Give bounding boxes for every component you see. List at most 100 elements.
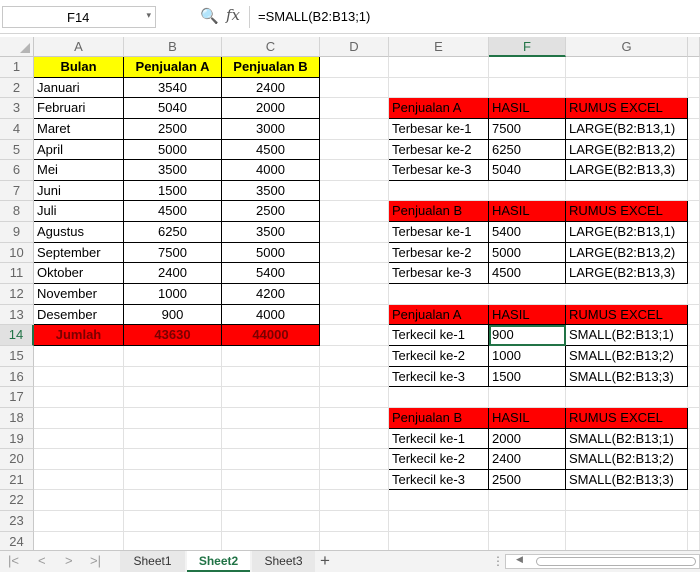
table-cell[interactable]: 5400 <box>222 263 320 285</box>
side-table-cell[interactable]: Terbesar ke-1 <box>389 222 489 243</box>
grid-cell[interactable] <box>34 387 124 408</box>
row-header[interactable]: 23 <box>0 511 34 532</box>
grid-cell[interactable] <box>688 77 700 99</box>
grid-cell[interactable] <box>489 511 566 532</box>
grid-cell[interactable] <box>320 490 389 512</box>
table-cell[interactable]: Desember <box>34 304 124 326</box>
side-table-cell[interactable]: 2400 <box>489 449 566 470</box>
horizontal-scrollbar[interactable]: ◀ <box>505 554 700 569</box>
side-table-cell[interactable]: SMALL(B2:B13;1) <box>566 428 688 450</box>
side-table-header-cell[interactable]: RUMUS EXCEL <box>566 98 688 119</box>
grid-cell[interactable] <box>124 407 222 429</box>
side-table-cell[interactable]: SMALL(B2:B13;3) <box>566 469 688 491</box>
last-sheet-icon[interactable]: >| <box>90 553 101 568</box>
grid-cell[interactable] <box>320 77 389 99</box>
table-cell[interactable]: 900 <box>124 304 222 326</box>
side-table-cell[interactable]: Terkecil ke-1 <box>389 428 489 450</box>
table-cell[interactable]: 5040 <box>124 98 222 119</box>
table-cell[interactable]: 3540 <box>124 77 222 99</box>
side-table-cell[interactable]: LARGE(B2:B13,2) <box>566 139 688 161</box>
row-header[interactable]: 5 <box>0 139 34 161</box>
grid-cell[interactable] <box>222 449 320 470</box>
table-cell[interactable]: 1000 <box>124 284 222 305</box>
name-box[interactable]: F14 ▾ <box>2 6 156 28</box>
grid-cell[interactable] <box>34 469 124 491</box>
table-cell[interactable]: 2500 <box>124 118 222 140</box>
grid-cell[interactable] <box>688 469 700 491</box>
side-table-cell[interactable]: Terbesar ke-3 <box>389 160 489 181</box>
row-header[interactable]: 4 <box>0 118 34 140</box>
table-cell[interactable]: 2500 <box>222 201 320 223</box>
side-table-cell[interactable]: 2000 <box>489 428 566 450</box>
side-table-header-cell[interactable]: RUMUS EXCEL <box>566 201 688 223</box>
row-header[interactable]: 13 <box>0 304 34 326</box>
grid-cell[interactable] <box>124 428 222 450</box>
column-header-g[interactable]: G <box>566 37 688 57</box>
grid-cell[interactable] <box>688 284 700 305</box>
next-sheet-icon[interactable]: > <box>65 553 73 568</box>
table-cell[interactable]: Agustus <box>34 222 124 243</box>
row-header[interactable]: 19 <box>0 428 34 450</box>
grid-cell[interactable] <box>389 57 489 78</box>
grid-cell[interactable] <box>222 469 320 491</box>
table-cell[interactable]: 5000 <box>124 139 222 161</box>
side-table-cell[interactable]: 6250 <box>489 139 566 161</box>
row-header[interactable]: 3 <box>0 98 34 119</box>
prev-sheet-icon[interactable]: < <box>38 553 46 568</box>
table-cell[interactable]: 4200 <box>222 284 320 305</box>
column-header-f[interactable]: F <box>489 37 566 57</box>
grid-cell[interactable] <box>688 222 700 243</box>
table-cell[interactable]: 3000 <box>222 118 320 140</box>
scroll-left-icon[interactable]: ◀ <box>516 554 523 565</box>
row-header[interactable]: 12 <box>0 284 34 305</box>
grid-cell[interactable] <box>34 449 124 470</box>
grid-cell[interactable] <box>389 180 489 202</box>
side-table-cell[interactable]: Terkecil ke-2 <box>389 345 489 367</box>
grid-cell[interactable] <box>34 345 124 367</box>
side-table-cell[interactable]: LARGE(B2:B13,2) <box>566 242 688 264</box>
table-cell[interactable]: November <box>34 284 124 305</box>
table-cell[interactable]: 3500 <box>222 222 320 243</box>
grid-cell[interactable] <box>320 118 389 140</box>
side-table-header-cell[interactable]: Penjualan B <box>389 201 489 223</box>
table-header-cell[interactable]: Penjualan B <box>222 57 320 78</box>
side-table-cell[interactable]: SMALL(B2:B13;2) <box>566 449 688 470</box>
table-header-cell[interactable]: Penjualan A <box>124 57 222 78</box>
grid-cell[interactable] <box>688 366 700 388</box>
grid-cell[interactable] <box>688 57 700 78</box>
grid-cell[interactable] <box>566 180 688 202</box>
grid-cell[interactable] <box>320 469 389 491</box>
tab-splitter-handle[interactable]: ⋮ <box>492 554 504 568</box>
grid-cell[interactable] <box>688 304 700 326</box>
active-cell[interactable]: 900 <box>489 325 566 346</box>
spreadsheet-grid[interactable]: A B C D E F G 1 Bulan Penjualan A Penjualan B 2 Janu… <box>0 37 700 553</box>
grid-cell[interactable] <box>688 407 700 429</box>
grid-cell[interactable] <box>389 511 489 532</box>
grid-cell[interactable] <box>320 201 389 223</box>
table-cell[interactable]: April <box>34 139 124 161</box>
side-table-cell[interactable]: 1500 <box>489 366 566 388</box>
row-header[interactable]: 6 <box>0 160 34 181</box>
grid-cell[interactable] <box>489 57 566 78</box>
first-sheet-icon[interactable]: |< <box>8 553 19 568</box>
table-cell[interactable]: Januari <box>34 77 124 99</box>
side-table-header-cell[interactable]: Penjualan A <box>389 304 489 326</box>
grid-cell[interactable] <box>688 201 700 223</box>
table-cell[interactable]: 4000 <box>222 160 320 181</box>
side-table-cell[interactable]: LARGE(B2:B13,1) <box>566 222 688 243</box>
side-table-cell[interactable]: 5040 <box>489 160 566 181</box>
column-header-e[interactable]: E <box>389 37 489 57</box>
grid-cell[interactable] <box>688 118 700 140</box>
grid-cell[interactable] <box>222 511 320 532</box>
table-cell[interactable]: Maret <box>34 118 124 140</box>
tab-sheet2[interactable]: Sheet2 <box>187 551 250 572</box>
grid-cell[interactable] <box>389 490 489 512</box>
grid-cell[interactable] <box>222 428 320 450</box>
row-header[interactable]: 11 <box>0 263 34 285</box>
side-table-header-cell[interactable]: RUMUS EXCEL <box>566 407 688 429</box>
side-table-header-cell[interactable]: HASIL <box>489 407 566 429</box>
row-header[interactable]: 16 <box>0 366 34 388</box>
grid-cell[interactable] <box>320 57 389 78</box>
row-header[interactable]: 21 <box>0 469 34 491</box>
table-cell[interactable]: 3500 <box>222 180 320 202</box>
